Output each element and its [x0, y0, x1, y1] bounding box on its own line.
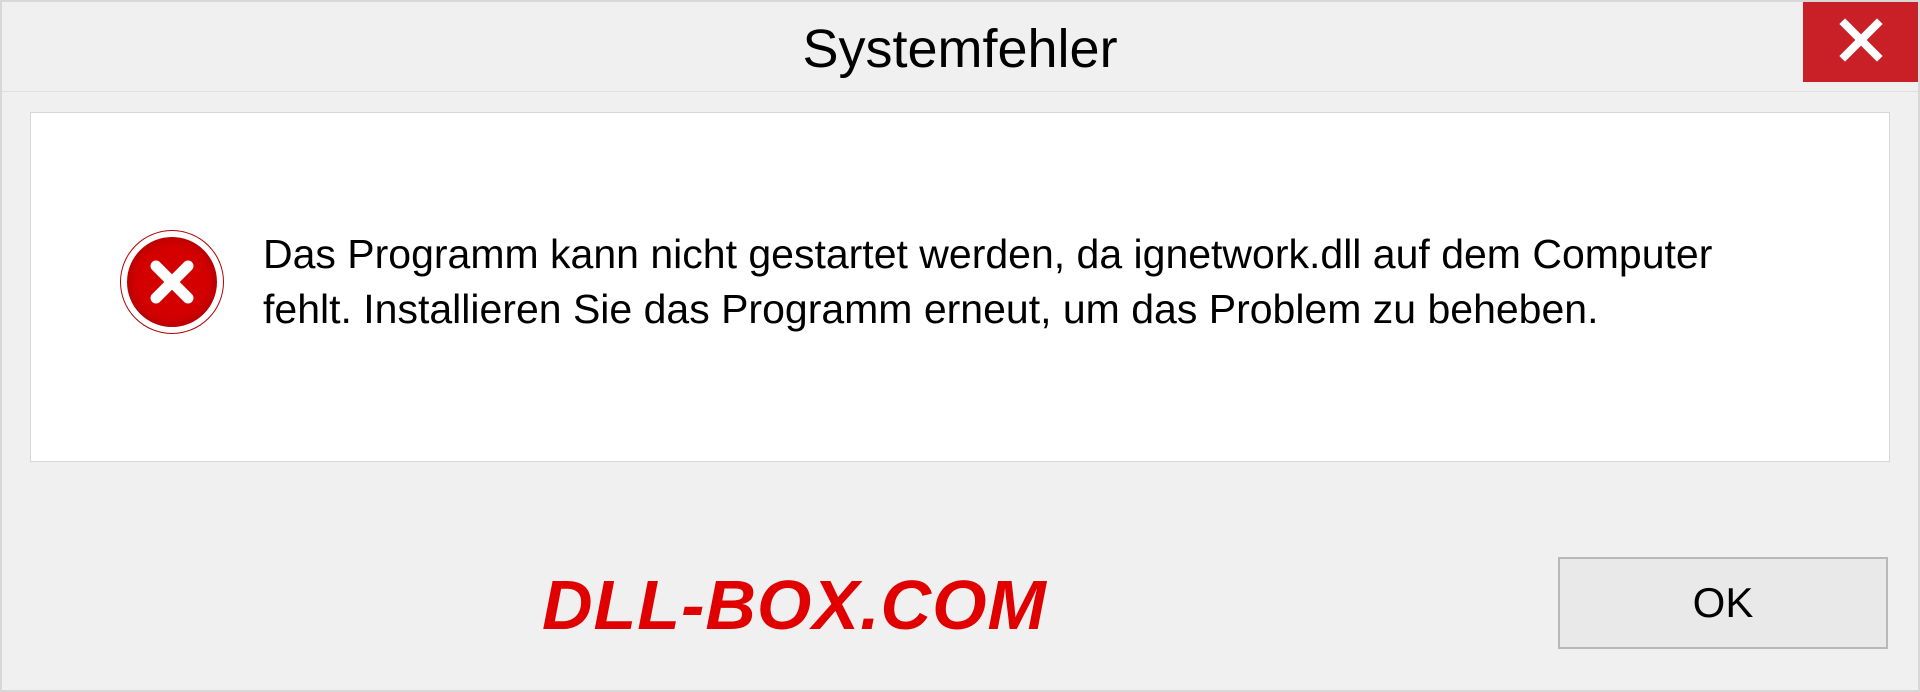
close-icon — [1839, 18, 1883, 67]
ok-button[interactable]: OK — [1558, 557, 1888, 649]
error-icon — [121, 231, 223, 333]
close-button[interactable] — [1803, 2, 1918, 82]
dialog-title: Systemfehler — [802, 18, 1117, 80]
watermark-text: DLL-BOX.COM — [542, 565, 1047, 645]
footer: DLL-BOX.COM OK — [2, 490, 1918, 690]
error-dialog: Systemfehler Das Programm kann nicht ges… — [0, 0, 1920, 692]
error-message: Das Programm kann nicht gestartet werden… — [263, 227, 1829, 338]
ok-button-label: OK — [1693, 579, 1754, 627]
content-panel: Das Programm kann nicht gestartet werden… — [30, 112, 1890, 462]
titlebar: Systemfehler — [2, 2, 1918, 92]
